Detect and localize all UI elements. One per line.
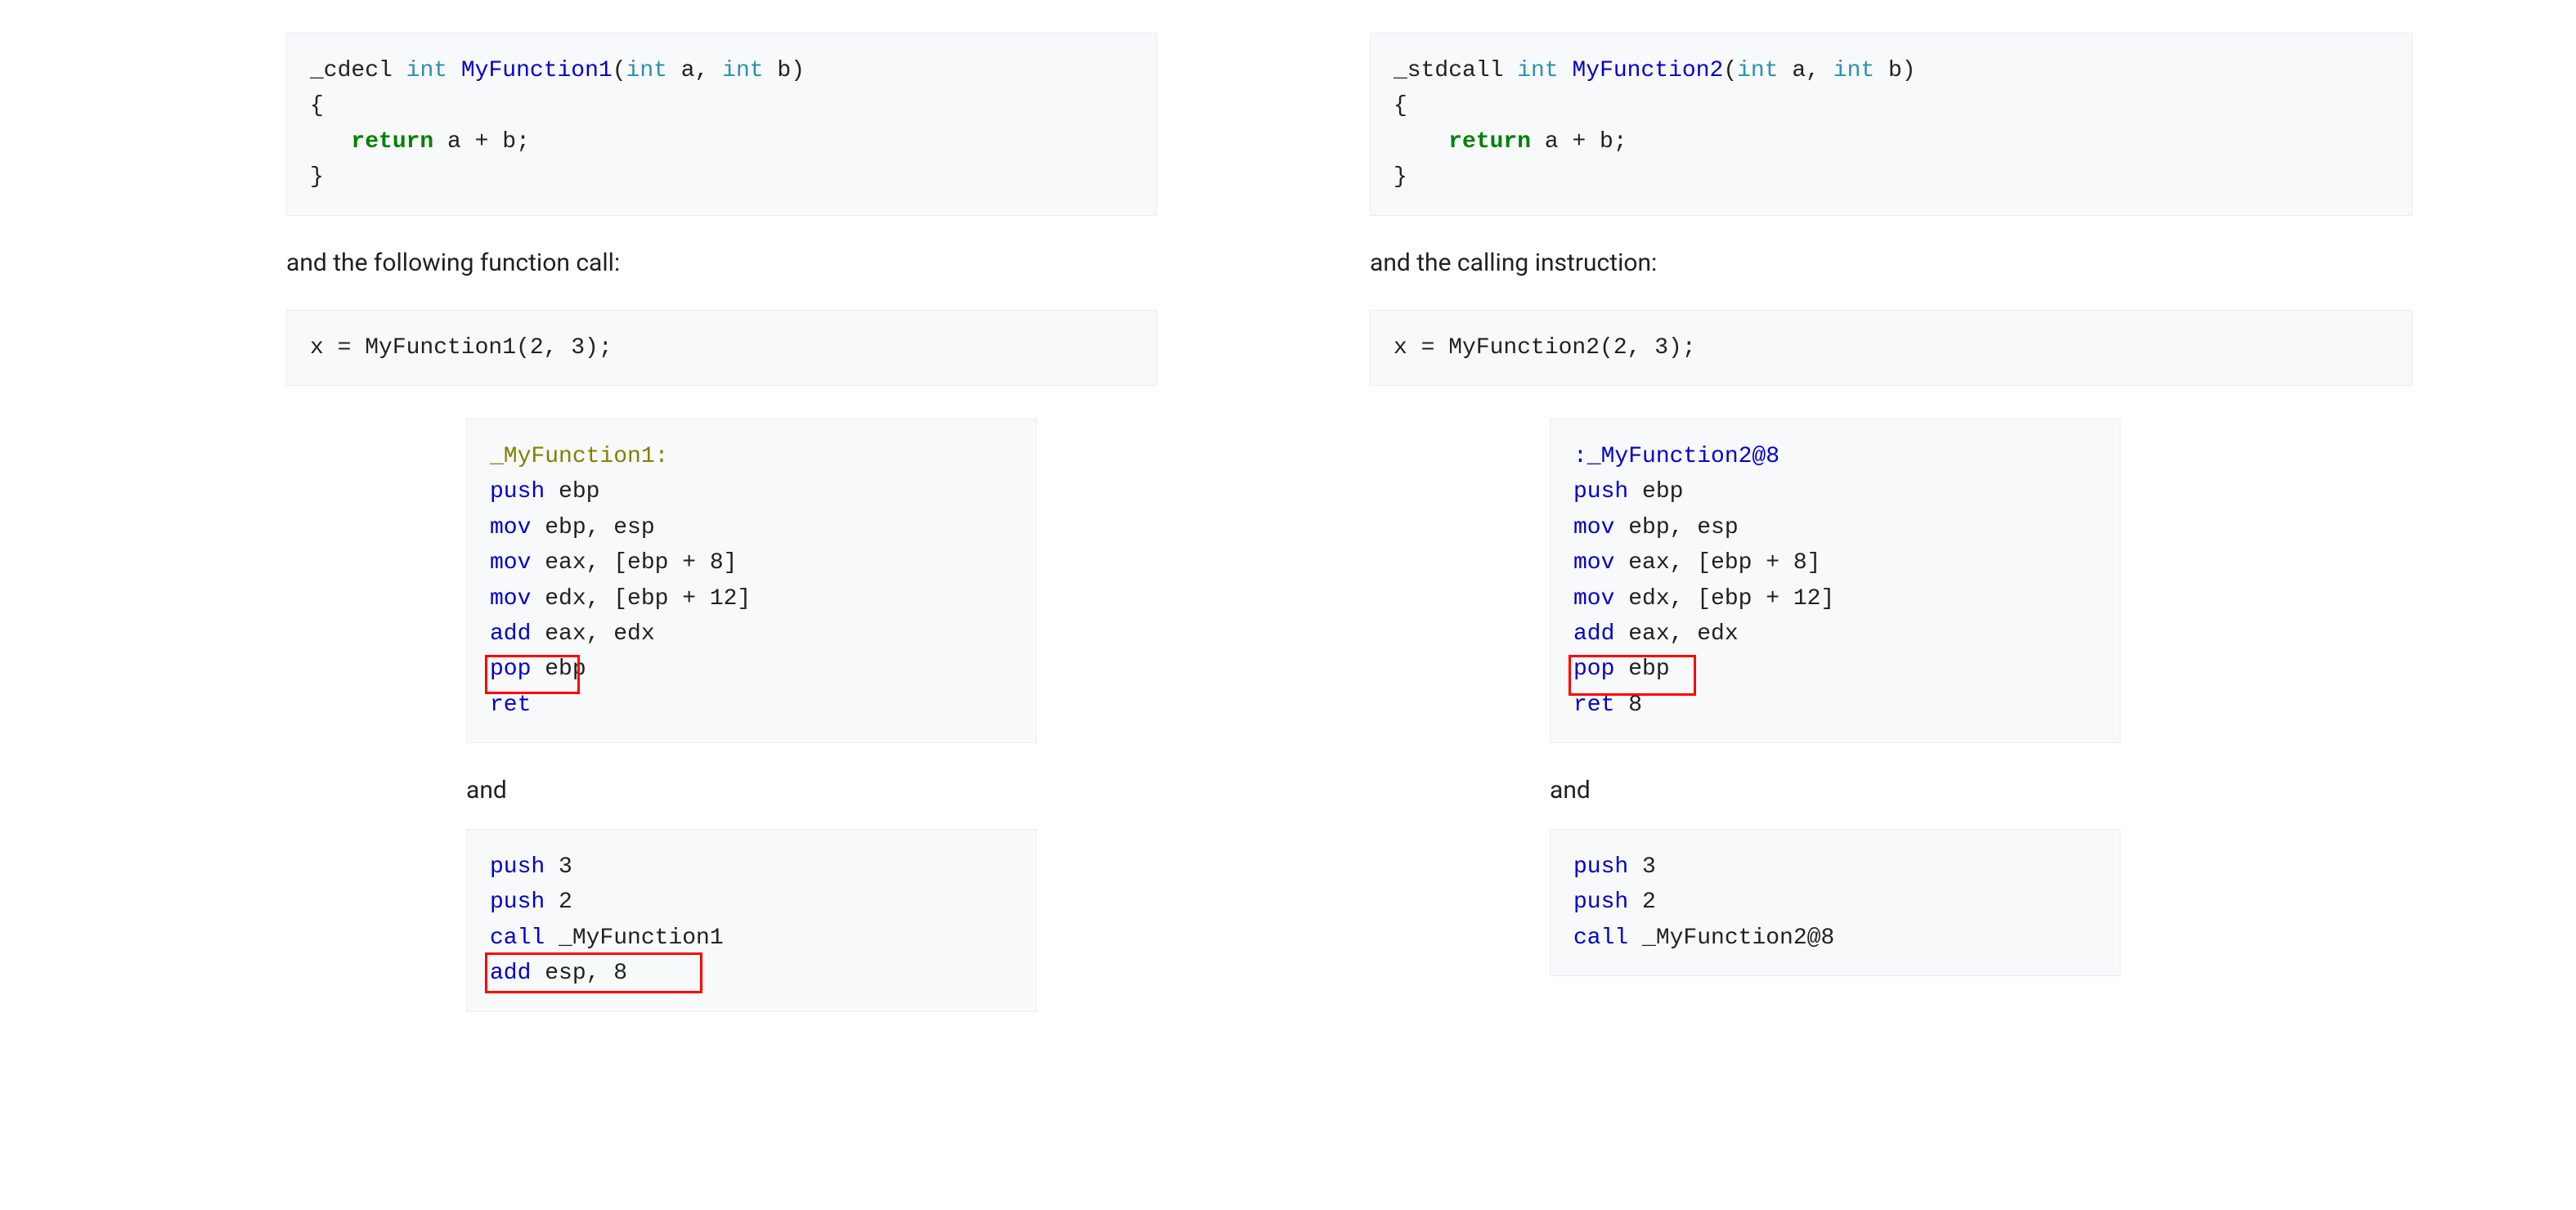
brace2: } [1393, 164, 1407, 190]
m: push [1573, 479, 1628, 504]
right-caption: and the calling instruction: [1370, 249, 2412, 277]
m: add [490, 961, 531, 986]
r: ebp [1628, 479, 1683, 504]
right-column: _stdcall int MyFunction2(int a, int b) {… [1288, 33, 2576, 1210]
call-code-text: x = MyFunction2(2, 3); [1393, 335, 1696, 361]
left-asm-callee: _MyFunction1: push ebp mov ebp, esp mov … [466, 419, 1037, 743]
p2t: int [708, 58, 763, 83]
m: mov [1573, 550, 1614, 576]
p1t: int [1737, 58, 1778, 83]
paren2: ) [791, 58, 805, 83]
r: ebp [531, 657, 586, 682]
r: 2 [545, 890, 572, 915]
m: push [490, 890, 545, 915]
r: eax, edx [531, 621, 654, 647]
right-defn-code: _stdcall int MyFunction2(int a, int b) {… [1370, 33, 2412, 216]
r: ebp, esp [1614, 515, 1738, 540]
asm-label: :_MyFunction2@8 [1573, 444, 1779, 469]
p1t: int [626, 58, 667, 83]
r: 8 [1614, 692, 1642, 718]
ret-expr: a + b; [433, 129, 530, 155]
r: ebp [1614, 657, 1669, 682]
fn-name: MyFunction1 [461, 58, 613, 83]
left-asm-caller: push 3 push 2 call _MyFunction1 add esp,… [466, 829, 1037, 1012]
m: ret [490, 692, 531, 718]
p2n: b [764, 58, 792, 83]
indent [1393, 129, 1448, 155]
r: 3 [545, 854, 572, 880]
left-defn-code: _cdecl int MyFunction1(int a, int b) { r… [286, 33, 1157, 216]
m: mov [490, 515, 531, 540]
m: call [490, 925, 545, 951]
m: ret [1573, 692, 1614, 718]
return-kw: return [1448, 129, 1531, 155]
right-call-code: x = MyFunction2(2, 3); [1370, 310, 2412, 386]
cc: _stdcall [1393, 58, 1503, 83]
left-and: and [466, 776, 1157, 804]
ret-expr: a + b; [1531, 129, 1627, 155]
r: ebp, esp [531, 515, 654, 540]
indent [310, 129, 351, 155]
p1n: a [667, 58, 695, 83]
m: push [1573, 854, 1628, 880]
r: 2 [1628, 890, 1656, 915]
asm-label: _MyFunction1: [490, 444, 668, 469]
brace: { [1393, 93, 1407, 119]
left-column: _cdecl int MyFunction1(int a, int b) { r… [0, 33, 1288, 1210]
paren: ( [613, 58, 626, 83]
r: esp, 8 [531, 961, 627, 986]
r: _MyFunction2@8 [1628, 925, 1834, 951]
r: ebp [545, 479, 599, 504]
m: add [1573, 621, 1614, 647]
fn-name: MyFunction2 [1572, 58, 1723, 83]
paren: ( [1723, 58, 1737, 83]
brace: { [310, 93, 324, 119]
r: edx, [ebp + 12] [1614, 586, 1834, 612]
r: eax, [ebp + 8] [1614, 550, 1820, 576]
r: _MyFunction1 [545, 925, 723, 951]
m: mov [1573, 586, 1614, 612]
right-asm-caller: push 3 push 2 call _MyFunction2@8 [1550, 829, 2120, 976]
left-call-code: x = MyFunction1(2, 3); [286, 310, 1157, 386]
m: pop [490, 657, 531, 682]
p2n: b [1874, 58, 1902, 83]
return-kw: return [351, 129, 433, 155]
r: eax, edx [1614, 621, 1738, 647]
right-and: and [1550, 776, 2412, 804]
r: eax, [ebp + 8] [531, 550, 737, 576]
m: push [490, 479, 545, 504]
comma: , [695, 58, 709, 83]
p2t: int [1820, 58, 1874, 83]
m: mov [490, 550, 531, 576]
m: push [1573, 890, 1628, 915]
r: 3 [1628, 854, 1656, 880]
left-caption: and the following function call: [286, 249, 1157, 277]
call-code-text: x = MyFunction1(2, 3); [310, 335, 613, 361]
m: pop [1573, 657, 1614, 682]
page: _cdecl int MyFunction1(int a, int b) { r… [0, 0, 2576, 1210]
type-int: int [406, 58, 447, 83]
comma: , [1806, 58, 1820, 83]
m: mov [1573, 515, 1614, 540]
p1n: a [1779, 58, 1806, 83]
r: edx, [ebp + 12] [531, 586, 751, 612]
m: push [490, 854, 545, 880]
paren2: ) [1902, 58, 1916, 83]
m: call [1573, 925, 1628, 951]
m: mov [490, 586, 531, 612]
right-asm-callee: :_MyFunction2@8 push ebp mov ebp, esp mo… [1550, 419, 2120, 743]
brace2: } [310, 164, 324, 190]
cc: _cdecl [310, 58, 393, 83]
m: add [490, 621, 531, 647]
type-int: int [1517, 58, 1558, 83]
